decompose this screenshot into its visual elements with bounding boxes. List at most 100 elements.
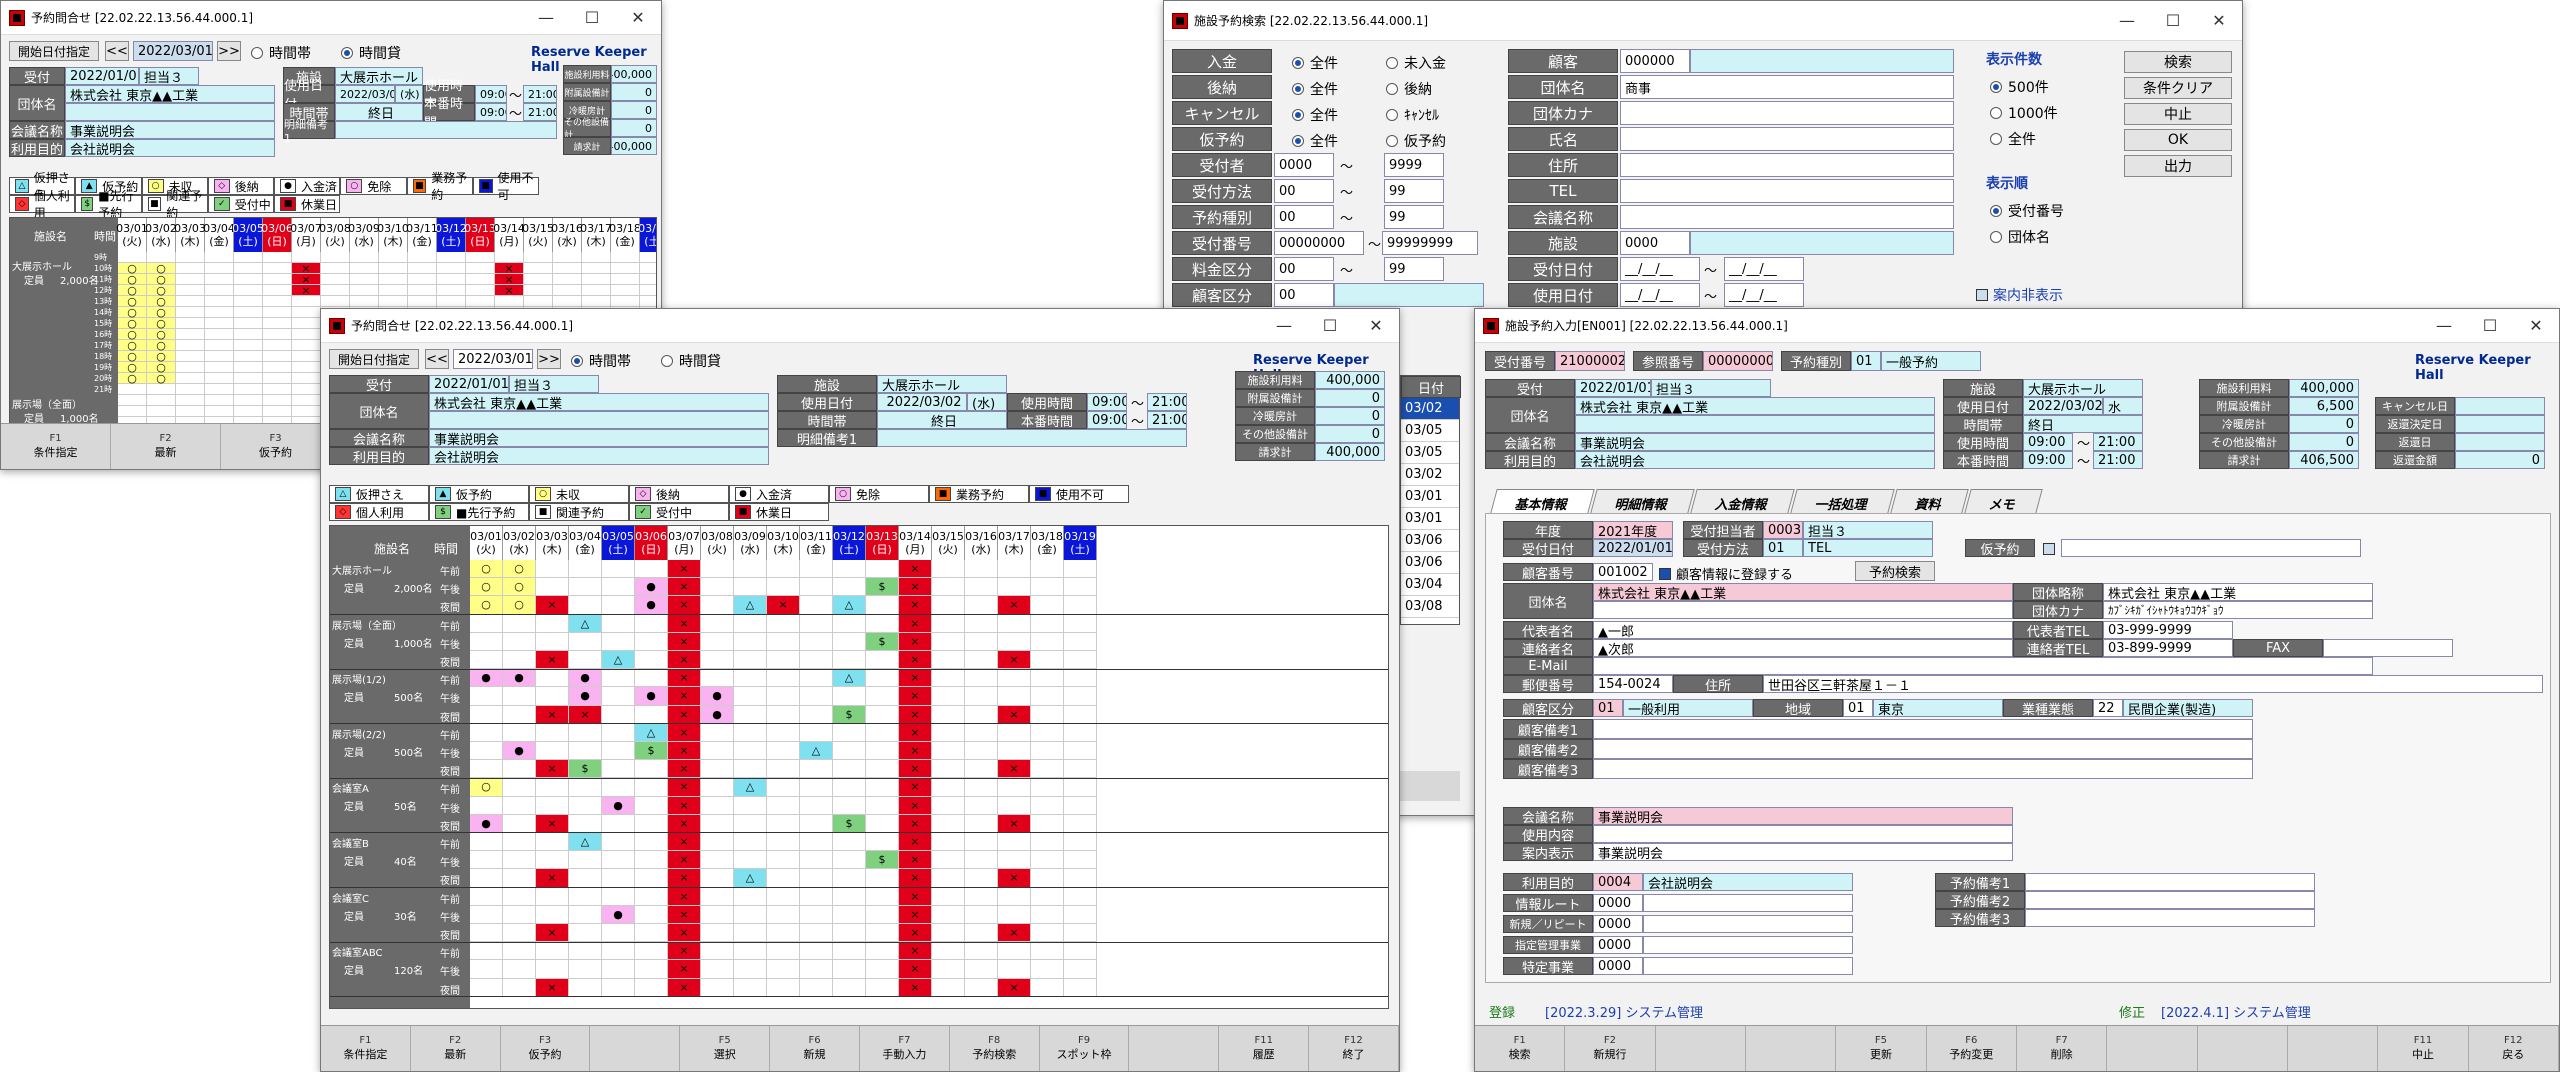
jikan-to[interactable]: 21:00 [1147,393,1187,411]
grid-cell[interactable] [866,723,899,742]
day-header[interactable]: 03/12 (土) [833,526,866,560]
grid-cell[interactable]: × [668,705,701,724]
grid-cell[interactable] [205,274,234,285]
grid-cell[interactable] [176,362,205,373]
grid-cell[interactable] [866,614,899,633]
day-header[interactable]: 03/03 (木) [536,526,569,560]
grid-cell[interactable] [234,351,263,362]
radio-hourly[interactable]: 時間貸 [341,43,401,63]
grid-cell[interactable] [965,651,998,670]
grid-cell[interactable] [767,924,800,943]
grid-cell[interactable] [965,833,998,852]
jikan-to[interactable]: 21:00 [2093,433,2143,451]
close-icon[interactable]: ✕ [2513,309,2559,342]
grid-cell[interactable] [524,252,553,263]
grid-cell[interactable]: ● [569,669,602,688]
dantai-value[interactable]: 株式会社 東京▲▲工業 [65,85,275,103]
grid-cell[interactable] [800,869,833,888]
grid-cell[interactable]: × [899,705,932,724]
fkey-f8[interactable]: F8 予約検索 [950,1026,1040,1071]
ryaku-value[interactable]: 株式会社 東京▲▲工業 [2103,583,2373,601]
search-value[interactable] [1620,101,1954,125]
search-code[interactable]: 0000 [1620,231,1690,255]
grid-cell[interactable] [263,373,292,384]
grid-cell[interactable] [524,285,553,296]
day-header[interactable]: 03/10 (木) [767,526,800,560]
grid-cell[interactable] [263,274,292,285]
minimize-icon[interactable]: — [2421,309,2467,342]
grid-cell[interactable]: × [998,705,1031,724]
tokutei-value[interactable]: 0000 [1593,957,1643,975]
grid-cell[interactable] [932,705,965,724]
grid-cell[interactable] [800,596,833,615]
grid-cell[interactable] [998,669,1031,688]
grid-cell[interactable] [611,263,640,274]
date-input[interactable]: 2022/03/01 [133,41,213,61]
grid-cell[interactable] [1031,814,1064,833]
grid-cell[interactable] [640,274,656,285]
grid-cell[interactable] [292,384,321,395]
grid-cell[interactable] [932,833,965,852]
radio-filter[interactable]: 後納 [1386,79,1432,99]
grid-cell[interactable] [800,632,833,651]
fkey-blank[interactable] [2288,1026,2379,1071]
grid-cell[interactable] [350,252,379,263]
grid-cell[interactable] [321,252,350,263]
grid-cell[interactable] [998,796,1031,815]
date-from[interactable]: __/__/__ [1620,257,1700,281]
honban-from[interactable]: 09:00 [2023,451,2073,469]
grid-cell[interactable] [205,296,234,307]
grid-cell[interactable] [866,669,899,688]
fkey-f3[interactable]: F3 仮予約 [501,1026,591,1071]
grid-cell[interactable]: × [998,978,1031,997]
grid-cell[interactable] [932,887,965,906]
grid-cell[interactable] [503,905,536,924]
grid-cell[interactable] [470,614,503,633]
fkey-blank[interactable] [2198,1026,2288,1071]
grid-cell[interactable] [635,796,668,815]
day-header[interactable]: 03/01 (火) [116,218,148,252]
grid-cell[interactable] [408,285,437,296]
grid-cell[interactable]: × [899,614,932,633]
grid-cell[interactable] [932,614,965,633]
grid-cell[interactable] [176,274,205,285]
grid-cell[interactable] [701,614,734,633]
grid-cell[interactable] [234,329,263,340]
grid-cell[interactable] [932,723,965,742]
grid-cell[interactable] [569,723,602,742]
grid-cell[interactable] [1064,833,1097,852]
grid-cell[interactable] [635,814,668,833]
grid-cell[interactable] [602,614,635,633]
list-item[interactable]: 03/05 [1401,420,1459,442]
kana-value[interactable]: ｶﾌﾞｼｷｶﾞｲｼｬﾄｳｷｮｳｺｳｷﾞｮｳ [2103,601,2373,619]
grid-cell[interactable] [932,742,965,761]
grid-cell[interactable] [602,942,635,961]
grid-cell[interactable] [536,796,569,815]
grid-cell[interactable] [292,307,321,318]
grid-cell[interactable] [701,887,734,906]
grid-cell[interactable] [205,384,234,395]
grid-cell[interactable]: × [899,578,932,597]
fkey-f5[interactable]: F5 選択 [680,1026,771,1071]
grid-cell[interactable] [965,723,998,742]
grid-cell[interactable]: × [668,632,701,651]
fkey-f7[interactable]: F7 手動入力 [860,1026,950,1071]
grid-cell[interactable] [569,905,602,924]
grid-cell[interactable] [292,296,321,307]
grid-cell[interactable] [495,296,524,307]
cancel-value[interactable] [2455,397,2545,415]
grid-cell[interactable] [932,651,965,670]
radio-all[interactable]: 全件 [1292,105,1338,125]
grid-cell[interactable] [292,340,321,351]
grid-cell[interactable] [1064,778,1097,797]
nendo-value[interactable]: 2021年度 [1593,521,1673,539]
prev-button[interactable]: << [425,349,449,369]
grid-cell[interactable]: × [998,760,1031,779]
fee-value[interactable]: 400,000 [611,65,657,83]
grid-cell[interactable] [635,760,668,779]
grid-cell[interactable] [1064,705,1097,724]
grid-cell[interactable] [602,833,635,852]
email-value[interactable] [1593,657,2373,675]
grid-cell[interactable] [536,723,569,742]
grid-cell[interactable]: ● [635,578,668,597]
